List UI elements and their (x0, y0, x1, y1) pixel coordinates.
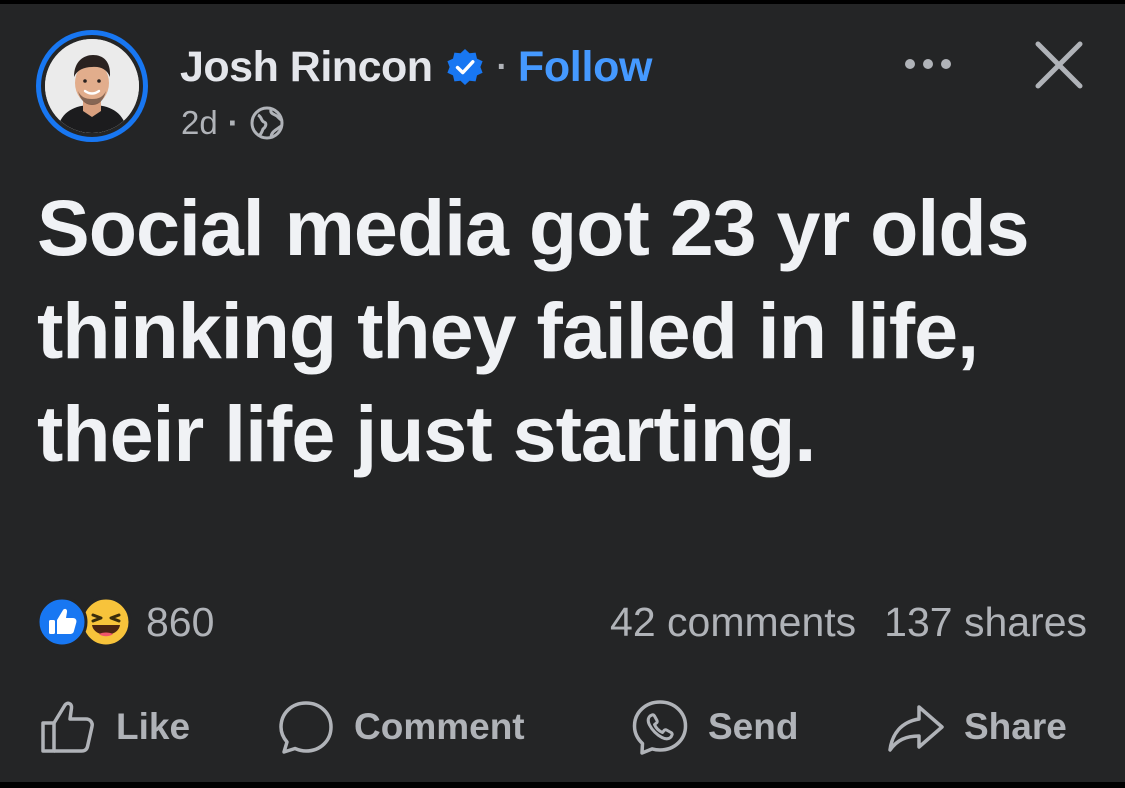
close-icon (1035, 41, 1083, 89)
like-button[interactable]: Like (38, 692, 190, 762)
share-arrow-icon (888, 705, 944, 752)
verified-badge-icon (446, 49, 483, 85)
meta-separator: · (227, 104, 239, 141)
comments-count[interactable]: 42 comments (610, 599, 856, 646)
reaction-count: 860 (146, 598, 215, 645)
more-options-icon (905, 59, 951, 69)
comment-bubble-icon (279, 701, 333, 754)
post-timestamp[interactable]: 2d (181, 104, 218, 142)
post-text: Social media got 23 yr olds thinking the… (37, 183, 1030, 478)
follow-button[interactable]: Follow (518, 43, 653, 92)
avatar-photo (45, 39, 139, 133)
send-label: Send (708, 706, 799, 747)
share-button[interactable]: Share (886, 692, 1067, 762)
share-label: Share (964, 706, 1067, 747)
comment-label: Comment (354, 706, 525, 747)
action-bar: Like Comment Send Share (0, 692, 1125, 762)
messenger-icon (632, 700, 688, 755)
globe-icon (250, 106, 284, 140)
comment-button[interactable]: Comment (276, 692, 525, 762)
reactions-summary[interactable]: 860 (36, 594, 214, 650)
close-button[interactable] (1030, 36, 1088, 94)
more-options-button[interactable] (898, 44, 958, 84)
send-button[interactable]: Send (630, 692, 798, 762)
post-card: Josh Rincon · Follow 2d · Social media g… (0, 4, 1125, 782)
engagement-counts: 42 comments 137 shares (610, 594, 1087, 650)
post-meta: 2d · (181, 100, 285, 146)
thumbs-up-icon (41, 701, 94, 753)
author-avatar[interactable] (36, 30, 148, 142)
shares-count[interactable]: 137 shares (884, 599, 1087, 646)
like-reaction-icon (36, 596, 88, 648)
header-separator: · (496, 47, 508, 86)
author-name[interactable]: Josh Rincon (180, 43, 433, 92)
like-label: Like (116, 706, 191, 747)
post-header: Josh Rincon · Follow (180, 38, 653, 96)
